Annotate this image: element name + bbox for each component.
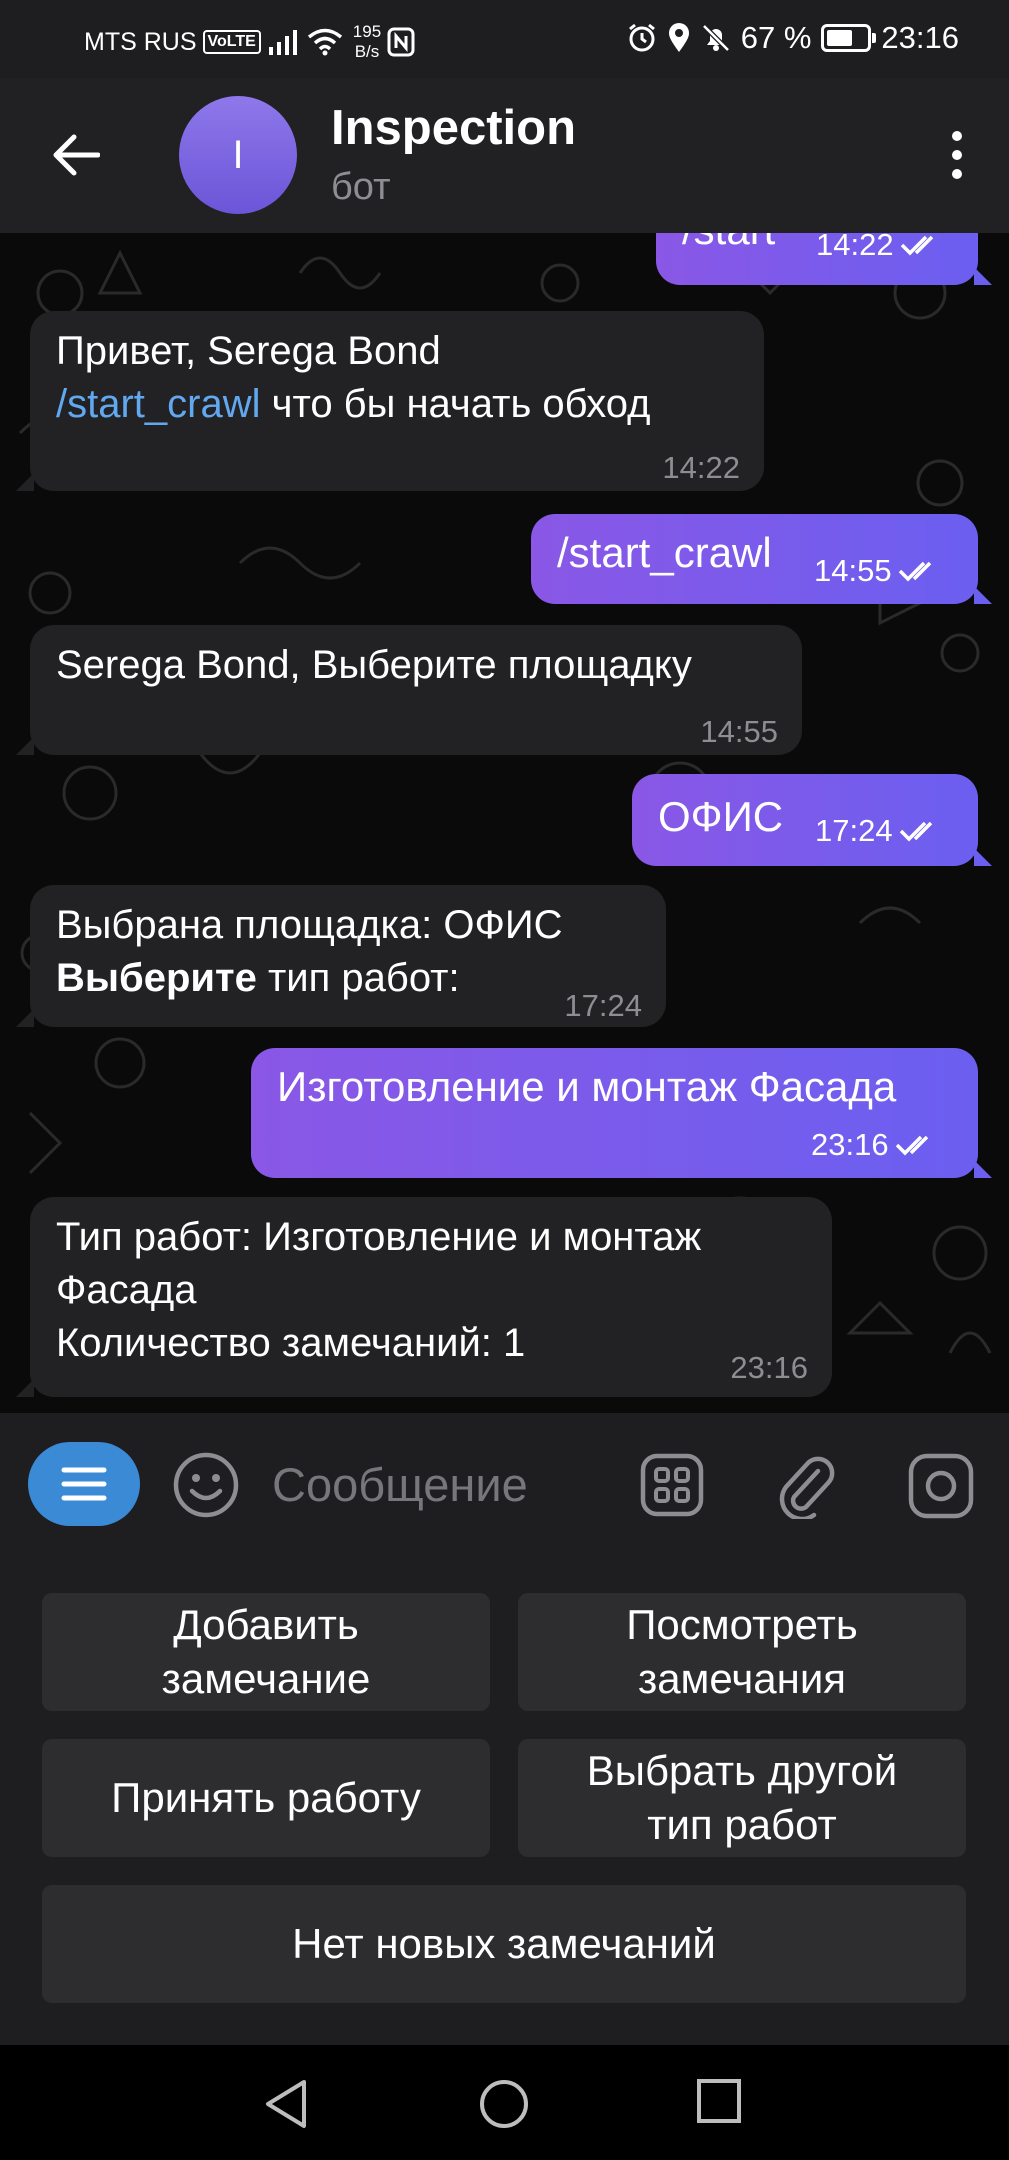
hamburger-icon	[61, 1467, 107, 1501]
status-bar: MTS RUS VoLTE 195 B/s 67 % 23:16	[0, 0, 1009, 78]
emoji-icon[interactable]	[172, 1451, 240, 1519]
message-input-bar: Сообщение	[0, 1413, 1009, 1555]
more-options-icon[interactable]	[945, 130, 969, 180]
add-remark-button[interactable]: Добавить замечание	[42, 1593, 490, 1711]
mute-bell-icon	[701, 24, 730, 52]
view-remarks-button[interactable]: Посмотреть замечания	[518, 1593, 966, 1711]
data-rate: 195 B/s	[352, 22, 382, 61]
outgoing-message[interactable]: ОФИС 17:24	[632, 774, 992, 866]
system-nav-bar	[0, 2045, 1009, 2160]
incoming-message[interactable]: Выбрана площадка: ОФИС Выберите тип рабо…	[16, 885, 666, 1027]
bot-reply-keyboard: Добавить замечание Посмотреть замечания Пр…	[0, 1555, 1009, 2045]
wifi-icon	[307, 28, 342, 56]
nav-back-icon[interactable]	[262, 2078, 310, 2130]
read-checkmarks-icon	[900, 235, 933, 255]
attach-icon[interactable]	[774, 1451, 838, 1519]
battery-percent: 67 %	[740, 20, 812, 55]
camera-icon[interactable]	[908, 1453, 974, 1519]
carrier-label: MTS RUS	[84, 27, 197, 56]
incoming-message[interactable]: Serega Bond, Выберите площадку 14:55	[16, 625, 802, 755]
chat-header: I Inspection бот	[0, 78, 1009, 233]
command-link[interactable]: /start_crawl	[56, 382, 261, 426]
battery-icon	[821, 24, 877, 52]
outgoing-message[interactable]: /start_crawl 14:55	[531, 514, 992, 604]
chat-title[interactable]: Inspection	[331, 100, 576, 156]
nfc-icon	[387, 27, 415, 57]
location-icon	[668, 23, 689, 52]
volte-badge: VoLTE	[202, 30, 261, 54]
bot-keyboard-icon[interactable]	[640, 1453, 704, 1517]
nav-recents-icon[interactable]	[696, 2078, 742, 2124]
outgoing-message[interactable]: /start 14:22	[656, 233, 992, 285]
signal-icon	[268, 30, 297, 55]
chat-subtitle: бот	[331, 166, 391, 208]
incoming-message[interactable]: Тип работ: Изготовление и монтаж Фасада …	[16, 1197, 832, 1397]
outgoing-message[interactable]: Изготовление и монтаж Фасада 23:16	[251, 1048, 992, 1178]
read-checkmarks-icon	[895, 1135, 928, 1155]
nav-home-icon[interactable]	[478, 2078, 530, 2130]
no-new-remarks-button[interactable]: Нет новых замечаний	[42, 1885, 966, 2003]
read-checkmarks-icon	[898, 561, 931, 581]
message-list[interactable]: /start 14:22 Привет, Serega Bond /start_…	[0, 233, 1009, 1413]
choose-work-type-button[interactable]: Выбрать другой тип работ	[518, 1739, 966, 1857]
message-input[interactable]: Сообщение	[272, 1457, 528, 1512]
incoming-message[interactable]: Привет, Serega Bond /start_crawl что бы …	[16, 311, 764, 491]
avatar[interactable]: I	[179, 96, 297, 214]
clock: 23:16	[881, 20, 959, 55]
alarm-icon	[628, 23, 655, 52]
accept-work-button[interactable]: Принять работу	[42, 1739, 490, 1857]
bot-menu-button[interactable]	[28, 1442, 140, 1526]
read-checkmarks-icon	[899, 821, 932, 841]
back-arrow-icon[interactable]	[50, 125, 100, 185]
